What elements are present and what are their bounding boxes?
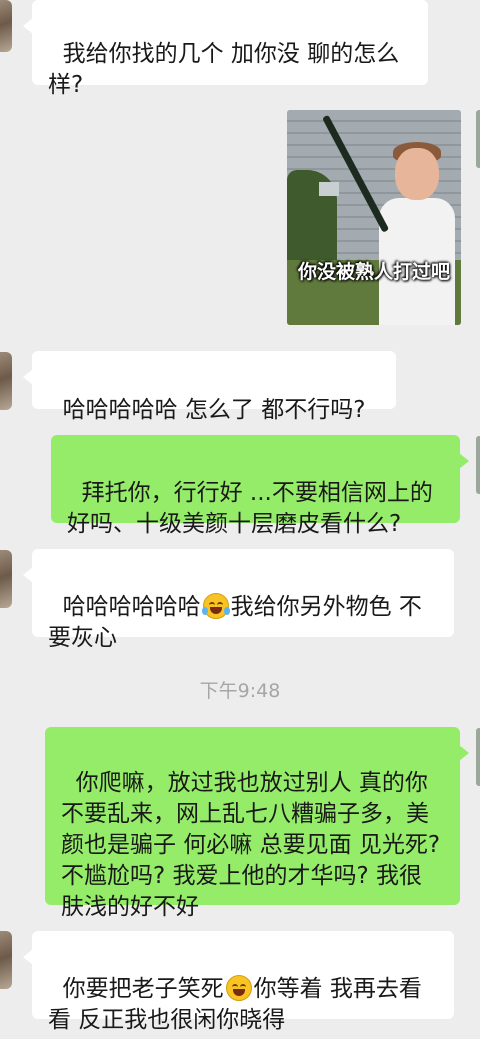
message-bubble[interactable]: 哈哈哈哈哈哈 我给你另外物色 不要灰心: [23, 549, 454, 651]
image-kid-head: [395, 148, 439, 200]
self-avatar[interactable]: [476, 728, 480, 786]
message-text: 拜托你，行行好 ...不要相信网上的好吗、十级美颜十层磨皮看什么?: [67, 480, 433, 537]
self-avatar[interactable]: [476, 436, 480, 494]
message-text: 你要把老子笑死: [62, 976, 224, 1002]
message-text: 哈哈哈哈哈哈: [62, 594, 201, 620]
contact-avatar[interactable]: [0, 0, 12, 52]
meme-image[interactable]: 你没被熟人打过吧: [287, 110, 461, 325]
grinning-squinting-face-icon: [225, 975, 252, 1001]
message-text: 我给你找的几个 加你没 聊的怎么样?: [48, 41, 400, 98]
message-bubble[interactable]: 你爬嘛，放过我也放过别人 真的你不要乱来，网上乱七八糟骗子多，美颜也是骗子 何必…: [45, 727, 469, 920]
message-bubble[interactable]: 我给你找的几个 加你没 聊的怎么样?: [23, 0, 428, 98]
message-bubble[interactable]: 你要把老子笑死 你等着 我再去看看 反正我也很闲你晓得: [23, 931, 454, 1033]
self-avatar[interactable]: [476, 110, 480, 168]
timestamp: 下午9:48: [199, 680, 281, 702]
message-bubble[interactable]: 哈哈哈哈哈 怎么了 都不行吗?: [23, 351, 396, 423]
contact-avatar[interactable]: [0, 352, 12, 410]
face-with-tears-of-joy-icon: [201, 593, 230, 619]
message-bubble[interactable]: 拜托你，行行好 ...不要相信网上的好吗、十级美颜十层磨皮看什么?: [51, 435, 469, 537]
message-text: 你爬嘛，放过我也放过别人 真的你不要乱来，网上乱七八糟骗子多，美颜也是骗子 何必…: [61, 770, 448, 920]
message-text: 哈哈哈哈哈 怎么了 都不行吗?: [62, 397, 366, 423]
meme-caption: 你没被熟人打过吧: [297, 261, 450, 283]
contact-avatar[interactable]: [0, 931, 12, 989]
contact-avatar[interactable]: [0, 550, 12, 608]
image-vent: [319, 182, 339, 196]
